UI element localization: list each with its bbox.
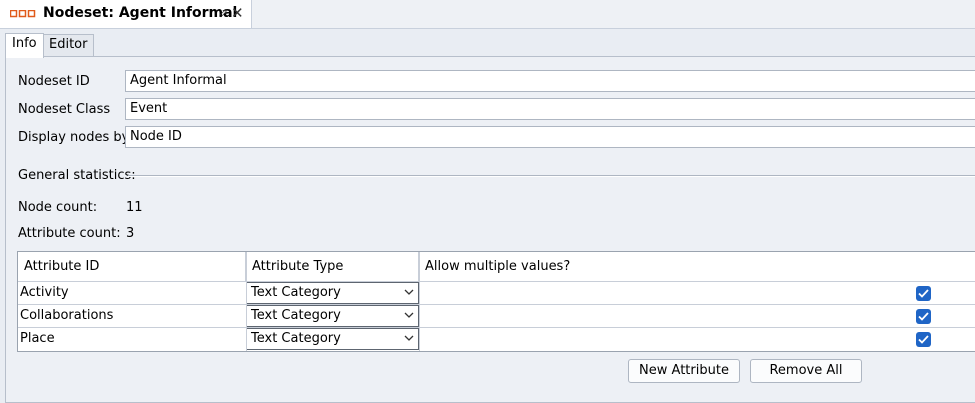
display-nodes-by-label: Display nodes by [18, 130, 130, 145]
close-icon[interactable]: ✕ [231, 4, 244, 22]
column-header-allow-multiple[interactable]: Allow multiple values? [419, 252, 975, 281]
attribute-type-value: Text Category [251, 308, 341, 323]
document-tab-title: Nodeset: Agent Informal [43, 5, 238, 21]
document-tab-strip: Nodeset: Agent Informal ⇗ ✕ [0, 0, 975, 29]
attribute-count-value: 3 [126, 226, 135, 241]
chevron-down-icon [404, 312, 414, 318]
column-header-attribute-id[interactable]: Attribute ID [18, 252, 246, 281]
attribute-count-label: Attribute count: [18, 226, 121, 241]
tab-editor[interactable]: Editor [42, 34, 95, 57]
attribute-id-cell[interactable]: Collaborations [20, 308, 113, 323]
check-icon [918, 289, 929, 298]
section-divider [128, 175, 975, 177]
column-header-attribute-type[interactable]: Attribute Type [246, 252, 419, 281]
attribute-type-select[interactable]: Text Category [246, 305, 419, 327]
nodeset-class-label: Nodeset Class [18, 102, 111, 117]
attribute-id-cell[interactable]: Place [20, 331, 55, 346]
chevron-down-icon [404, 289, 414, 295]
allow-multiple-checkbox[interactable] [916, 286, 931, 301]
remove-all-button[interactable]: Remove All [750, 359, 862, 383]
check-icon [918, 335, 929, 344]
attribute-table: Attribute ID Attribute Type Allow multip… [17, 251, 975, 352]
nodeset-id-field[interactable]: Agent Informal [125, 70, 975, 92]
display-nodes-by-field[interactable]: Node ID [125, 126, 975, 148]
column-divider [419, 252, 420, 351]
nodeset-icon [10, 10, 36, 18]
nodeset-id-label: Nodeset ID [18, 74, 90, 89]
allow-multiple-checkbox[interactable] [916, 332, 931, 347]
general-statistics-heading: General statistics: [18, 168, 136, 183]
node-count-label: Node count: [18, 200, 98, 215]
allow-multiple-checkbox[interactable] [916, 309, 931, 324]
node-count-value: 11 [126, 200, 143, 215]
check-icon [918, 312, 929, 321]
new-attribute-button[interactable]: New Attribute [628, 359, 740, 383]
attribute-type-select[interactable]: Text Category [246, 328, 419, 350]
pin-icon[interactable]: ⇗ [218, 6, 228, 20]
attribute-type-select[interactable]: Text Category [246, 282, 419, 304]
attribute-type-value: Text Category [251, 285, 341, 300]
attribute-type-value: Text Category [251, 331, 341, 346]
column-divider [246, 252, 247, 351]
tab-info[interactable]: Info [5, 33, 44, 58]
table-row[interactable]: Collaborations Text Category [18, 304, 975, 328]
table-row[interactable]: Place Text Category [18, 327, 975, 351]
document-tab[interactable]: Nodeset: Agent Informal ⇗ ✕ [0, 0, 252, 28]
nodeset-class-field[interactable]: Event [125, 98, 975, 120]
attribute-id-cell[interactable]: Activity [20, 285, 69, 300]
chevron-down-icon [404, 335, 414, 341]
table-row[interactable]: Activity Text Category [18, 281, 975, 305]
